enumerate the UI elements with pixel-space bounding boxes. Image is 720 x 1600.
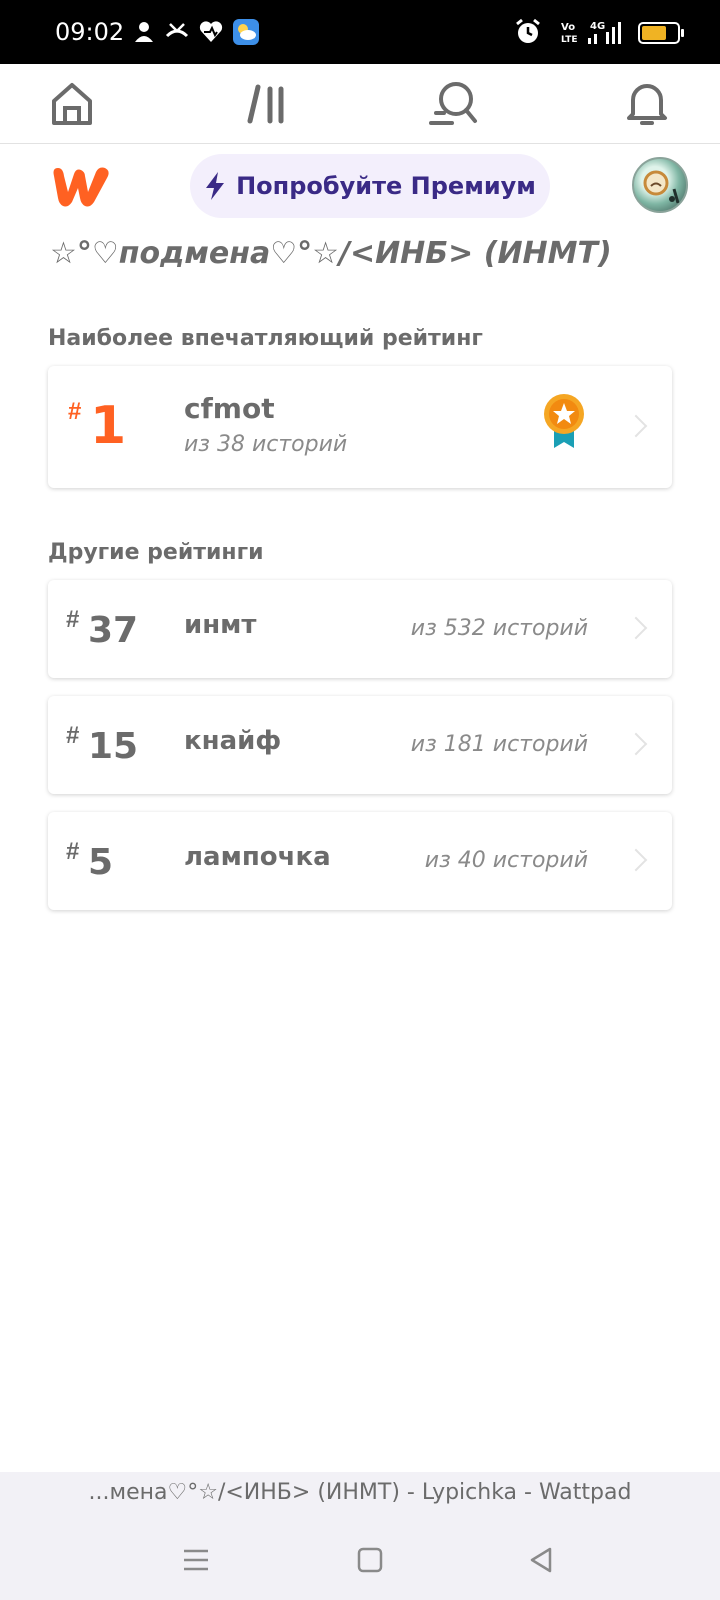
rank-hash: #	[68, 398, 82, 425]
home-icon	[52, 83, 92, 125]
top-ranking-card[interactable]: # 1 cfmot из 38 историй	[48, 366, 672, 488]
chevron-right-icon	[624, 732, 648, 756]
chevron-right-icon	[624, 414, 648, 438]
rank-hash: #	[66, 722, 80, 749]
premium-label: Попробуйте Премиум	[236, 172, 536, 200]
ranking-of-text: из 532 историй	[410, 616, 588, 641]
ranking-tag: инмт	[184, 610, 257, 640]
avatar-image	[643, 170, 680, 204]
lightning-icon	[206, 172, 225, 200]
battery-level	[642, 26, 666, 40]
weather-app-icon	[233, 19, 259, 45]
rank-number: 1	[90, 396, 127, 456]
back-triangle-icon	[530, 1547, 552, 1573]
nav-home-button[interactable]	[42, 74, 102, 134]
ranking-card[interactable]: #5 лампочка из 40 историй	[48, 812, 672, 910]
heart-app-icon	[199, 21, 223, 42]
ranking-of-text: из 38 историй	[184, 432, 348, 457]
system-nav-bar	[0, 1520, 720, 1600]
chevron-right-icon	[624, 848, 648, 872]
nav-library-button[interactable]	[236, 74, 296, 134]
ranking-tag: лампочка	[184, 842, 331, 872]
rank-hash: #	[66, 606, 80, 633]
ranking-card[interactable]: #37 инмт из 532 историй	[48, 580, 672, 678]
story-title: ☆°♡подмена♡°☆/<ИНБ> (ИНМТ)	[50, 236, 612, 271]
search-icon	[429, 82, 477, 125]
avatar[interactable]	[632, 157, 688, 213]
back-button[interactable]	[522, 1540, 562, 1580]
home-system-button[interactable]	[350, 1540, 390, 1580]
svg-text:LTE: LTE	[561, 35, 578, 45]
recents-button[interactable]	[176, 1540, 216, 1580]
ranking-card[interactable]: #15 кнайф из 181 историй	[48, 696, 672, 794]
rank-number: 15	[88, 726, 139, 767]
recents-icon	[184, 1549, 208, 1571]
chevron-right-icon	[624, 616, 648, 640]
signal-4g-icon: 4G	[588, 21, 621, 44]
svg-text:4G: 4G	[590, 21, 605, 32]
volte-icon: Vo LTE	[561, 22, 578, 45]
battery-icon	[638, 22, 684, 44]
award-ribbon-icon	[544, 394, 584, 448]
rank-number: 5	[88, 842, 114, 883]
try-premium-button[interactable]: Попробуйте Премиум	[190, 154, 550, 218]
library-icon	[247, 84, 284, 124]
svg-text:Vo: Vo	[561, 22, 575, 33]
ranking-tag: кнайф	[184, 726, 282, 756]
person-icon	[135, 22, 153, 42]
nav-notifications-button[interactable]	[617, 74, 677, 134]
alarm-icon	[516, 18, 540, 43]
ranking-of-text: из 40 историй	[424, 848, 588, 873]
nav-search-button[interactable]	[424, 74, 484, 134]
browser-page-title: ...мена♡°☆/<ИНБ> (ИНМТ) - Lypichka - Wat…	[0, 1472, 720, 1520]
rank-number: 37	[88, 610, 139, 651]
top-nav	[0, 64, 720, 144]
section-label-top: Наиболее впечатляющий рейтинг	[48, 326, 483, 351]
wattpad-logo[interactable]	[48, 162, 114, 210]
rank-hash: #	[66, 838, 80, 865]
bell-icon	[627, 84, 667, 125]
ranking-tag: cfmot	[184, 392, 275, 425]
ranking-of-text: из 181 историй	[410, 732, 588, 757]
status-bar: 09:02 Vo LTE 4G	[0, 0, 720, 64]
section-label-other: Другие рейтинги	[48, 540, 264, 565]
missed-call-icon	[165, 23, 189, 38]
status-time: 09:02	[55, 18, 125, 46]
home-square-icon	[357, 1547, 383, 1573]
